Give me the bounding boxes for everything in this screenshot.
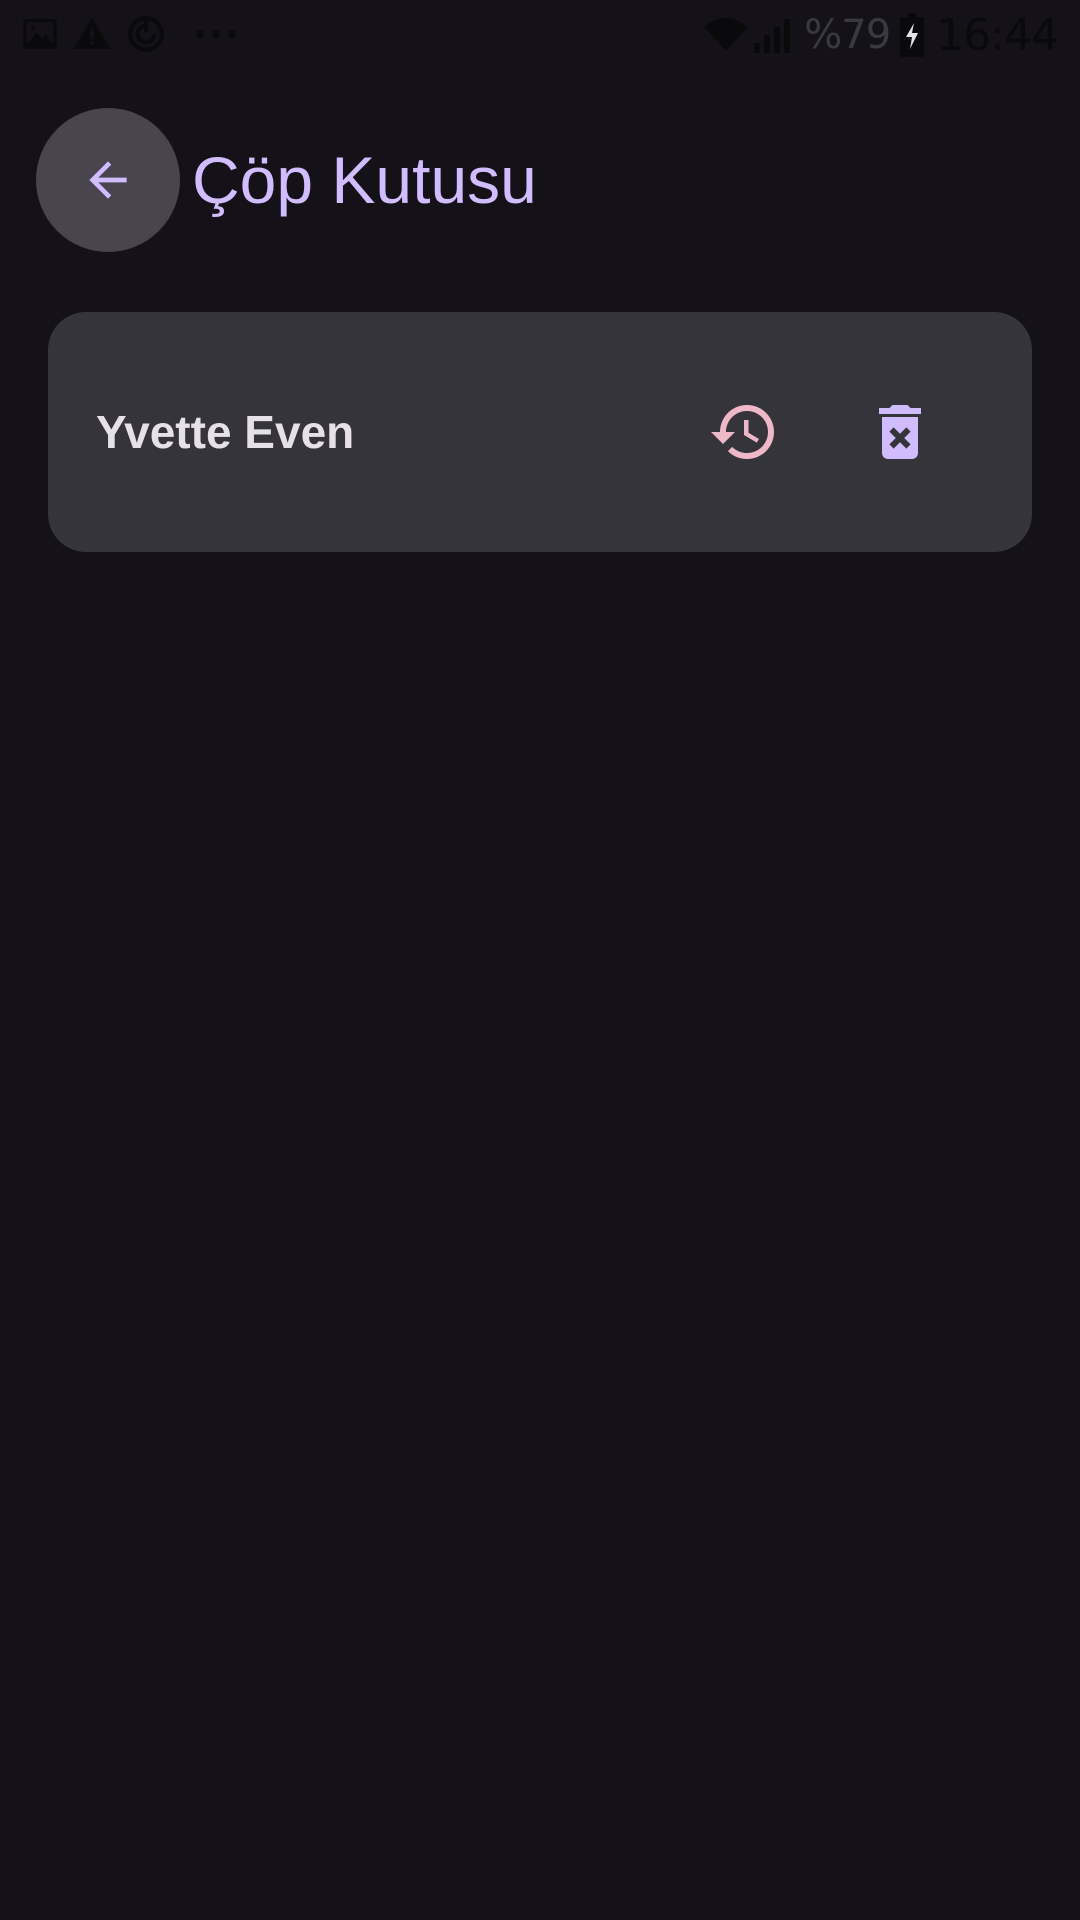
warning-icon [73, 17, 111, 49]
status-bar: %79 16:44 [0, 0, 1080, 72]
signal-icon [754, 19, 791, 53]
back-button[interactable] [36, 108, 180, 252]
battery-charging-icon [900, 13, 925, 57]
delete-forever-button[interactable] [840, 372, 960, 492]
trash-screen: %79 16:44 Çöp Kutusu Yvette Even [0, 0, 1080, 1920]
wifi-icon [704, 18, 749, 51]
trash-item-card: Yvette Even [48, 312, 1032, 552]
trash-item-name: Yvette Even [96, 406, 355, 458]
restore-button[interactable] [684, 372, 804, 492]
restore-history-icon [711, 405, 774, 460]
image-icon [23, 19, 57, 49]
clock-time: 16:44 [936, 9, 1059, 61]
more-dots-icon [196, 30, 236, 38]
delete-forever-icon [879, 405, 921, 459]
page-title: Çöp Kutusu [192, 143, 537, 217]
battery-percent: %79 [804, 12, 891, 58]
status-right-group: %79 16:44 [702, 9, 1059, 61]
arrow-back-icon [89, 161, 127, 199]
sync-icon [128, 16, 164, 52]
